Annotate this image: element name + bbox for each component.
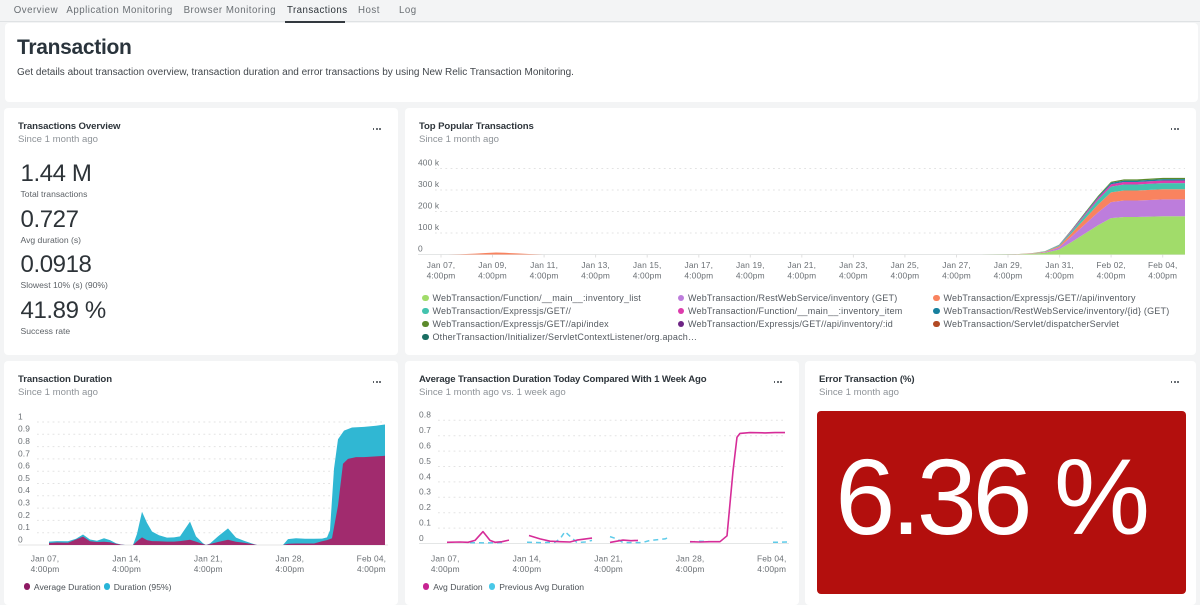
svg-text:Jan 25,: Jan 25, [891,260,920,270]
svg-text:0.1: 0.1 [18,522,30,532]
svg-text:4:00pm: 4:00pm [684,270,713,280]
svg-text:0: 0 [18,534,23,544]
svg-text:0.2: 0.2 [18,510,30,520]
svg-text:0: 0 [419,533,424,543]
svg-text:4:00pm: 4:00pm [31,564,60,574]
svg-text:4:00pm: 4:00pm [1097,270,1126,280]
svg-text:Jan 17,: Jan 17, [685,260,714,270]
svg-text:4:00pm: 4:00pm [757,564,786,574]
svg-text:Jan 29,: Jan 29, [994,260,1023,270]
svg-text:Jan 19,: Jan 19, [736,260,765,270]
svg-text:4:00pm: 4:00pm [594,564,623,574]
svg-text:4:00pm: 4:00pm [431,564,460,574]
svg-text:100 k: 100 k [418,222,440,232]
svg-text:4:00pm: 4:00pm [890,270,919,280]
svg-text:Jan 14,: Jan 14, [513,554,542,564]
svg-text:4:00pm: 4:00pm [357,564,386,574]
svg-text:Jan 28,: Jan 28, [676,554,705,564]
svg-text:4:00pm: 4:00pm [633,270,662,280]
svg-text:4:00pm: 4:00pm [736,270,765,280]
svg-text:0.9: 0.9 [18,424,30,434]
svg-text:0.4: 0.4 [18,485,30,495]
svg-text:Jan 11,: Jan 11, [530,260,558,270]
svg-text:4:00pm: 4:00pm [512,564,541,574]
svg-text:0.7: 0.7 [419,425,431,435]
svg-text:Jan 21,: Jan 21, [788,260,817,270]
svg-text:4:00pm: 4:00pm [530,270,559,280]
svg-text:0.5: 0.5 [18,473,30,483]
svg-text:0.4: 0.4 [419,471,431,481]
svg-text:0.3: 0.3 [18,498,30,508]
svg-text:4:00pm: 4:00pm [994,270,1023,280]
svg-text:4:00pm: 4:00pm [1045,270,1074,280]
svg-text:4:00pm: 4:00pm [942,270,971,280]
svg-text:4:00pm: 4:00pm [787,270,816,280]
svg-text:Jan 07,: Jan 07, [431,554,460,564]
svg-text:Jan 21,: Jan 21, [594,554,623,564]
svg-text:4:00pm: 4:00pm [427,270,456,280]
svg-text:Jan 09,: Jan 09, [478,260,507,270]
svg-text:4:00pm: 4:00pm [1148,270,1177,280]
svg-text:Jan 07,: Jan 07, [427,260,456,270]
svg-text:300 k: 300 k [418,179,440,189]
svg-text:400 k: 400 k [418,158,440,168]
svg-text:0.6: 0.6 [18,461,30,471]
svg-text:4:00pm: 4:00pm [112,564,141,574]
svg-text:4:00pm: 4:00pm [194,564,223,574]
svg-text:Jan 28,: Jan 28, [276,554,305,564]
svg-text:Jan 21,: Jan 21, [194,554,223,564]
svg-text:0.8: 0.8 [18,436,30,446]
svg-text:0.6: 0.6 [419,441,431,451]
svg-text:200 k: 200 k [418,201,440,211]
svg-text:0.2: 0.2 [419,502,431,512]
svg-text:0.8: 0.8 [419,410,431,420]
svg-text:Jan 23,: Jan 23, [839,260,868,270]
svg-text:Feb 04,: Feb 04, [757,554,786,564]
svg-text:0.3: 0.3 [419,487,431,497]
svg-text:Jan 13,: Jan 13, [581,260,610,270]
svg-text:0.1: 0.1 [419,518,431,528]
svg-text:Jan 14,: Jan 14, [112,554,141,564]
svg-text:0.5: 0.5 [419,456,431,466]
svg-text:Jan 07,: Jan 07, [31,554,60,564]
svg-text:Feb 04,: Feb 04, [1148,260,1177,270]
svg-text:1: 1 [18,411,23,421]
svg-text:4:00pm: 4:00pm [839,270,868,280]
svg-text:Jan 31,: Jan 31, [1045,260,1074,270]
svg-text:Feb 02,: Feb 02, [1096,260,1125,270]
svg-text:0: 0 [418,244,423,254]
svg-text:4:00pm: 4:00pm [676,564,705,574]
svg-text:Jan 27,: Jan 27, [942,260,971,270]
svg-text:Jan 15,: Jan 15, [633,260,662,270]
svg-text:Feb 04,: Feb 04, [357,554,386,564]
svg-text:0.7: 0.7 [18,448,30,458]
svg-text:4:00pm: 4:00pm [275,564,304,574]
svg-text:4:00pm: 4:00pm [478,270,507,280]
svg-text:4:00pm: 4:00pm [581,270,610,280]
